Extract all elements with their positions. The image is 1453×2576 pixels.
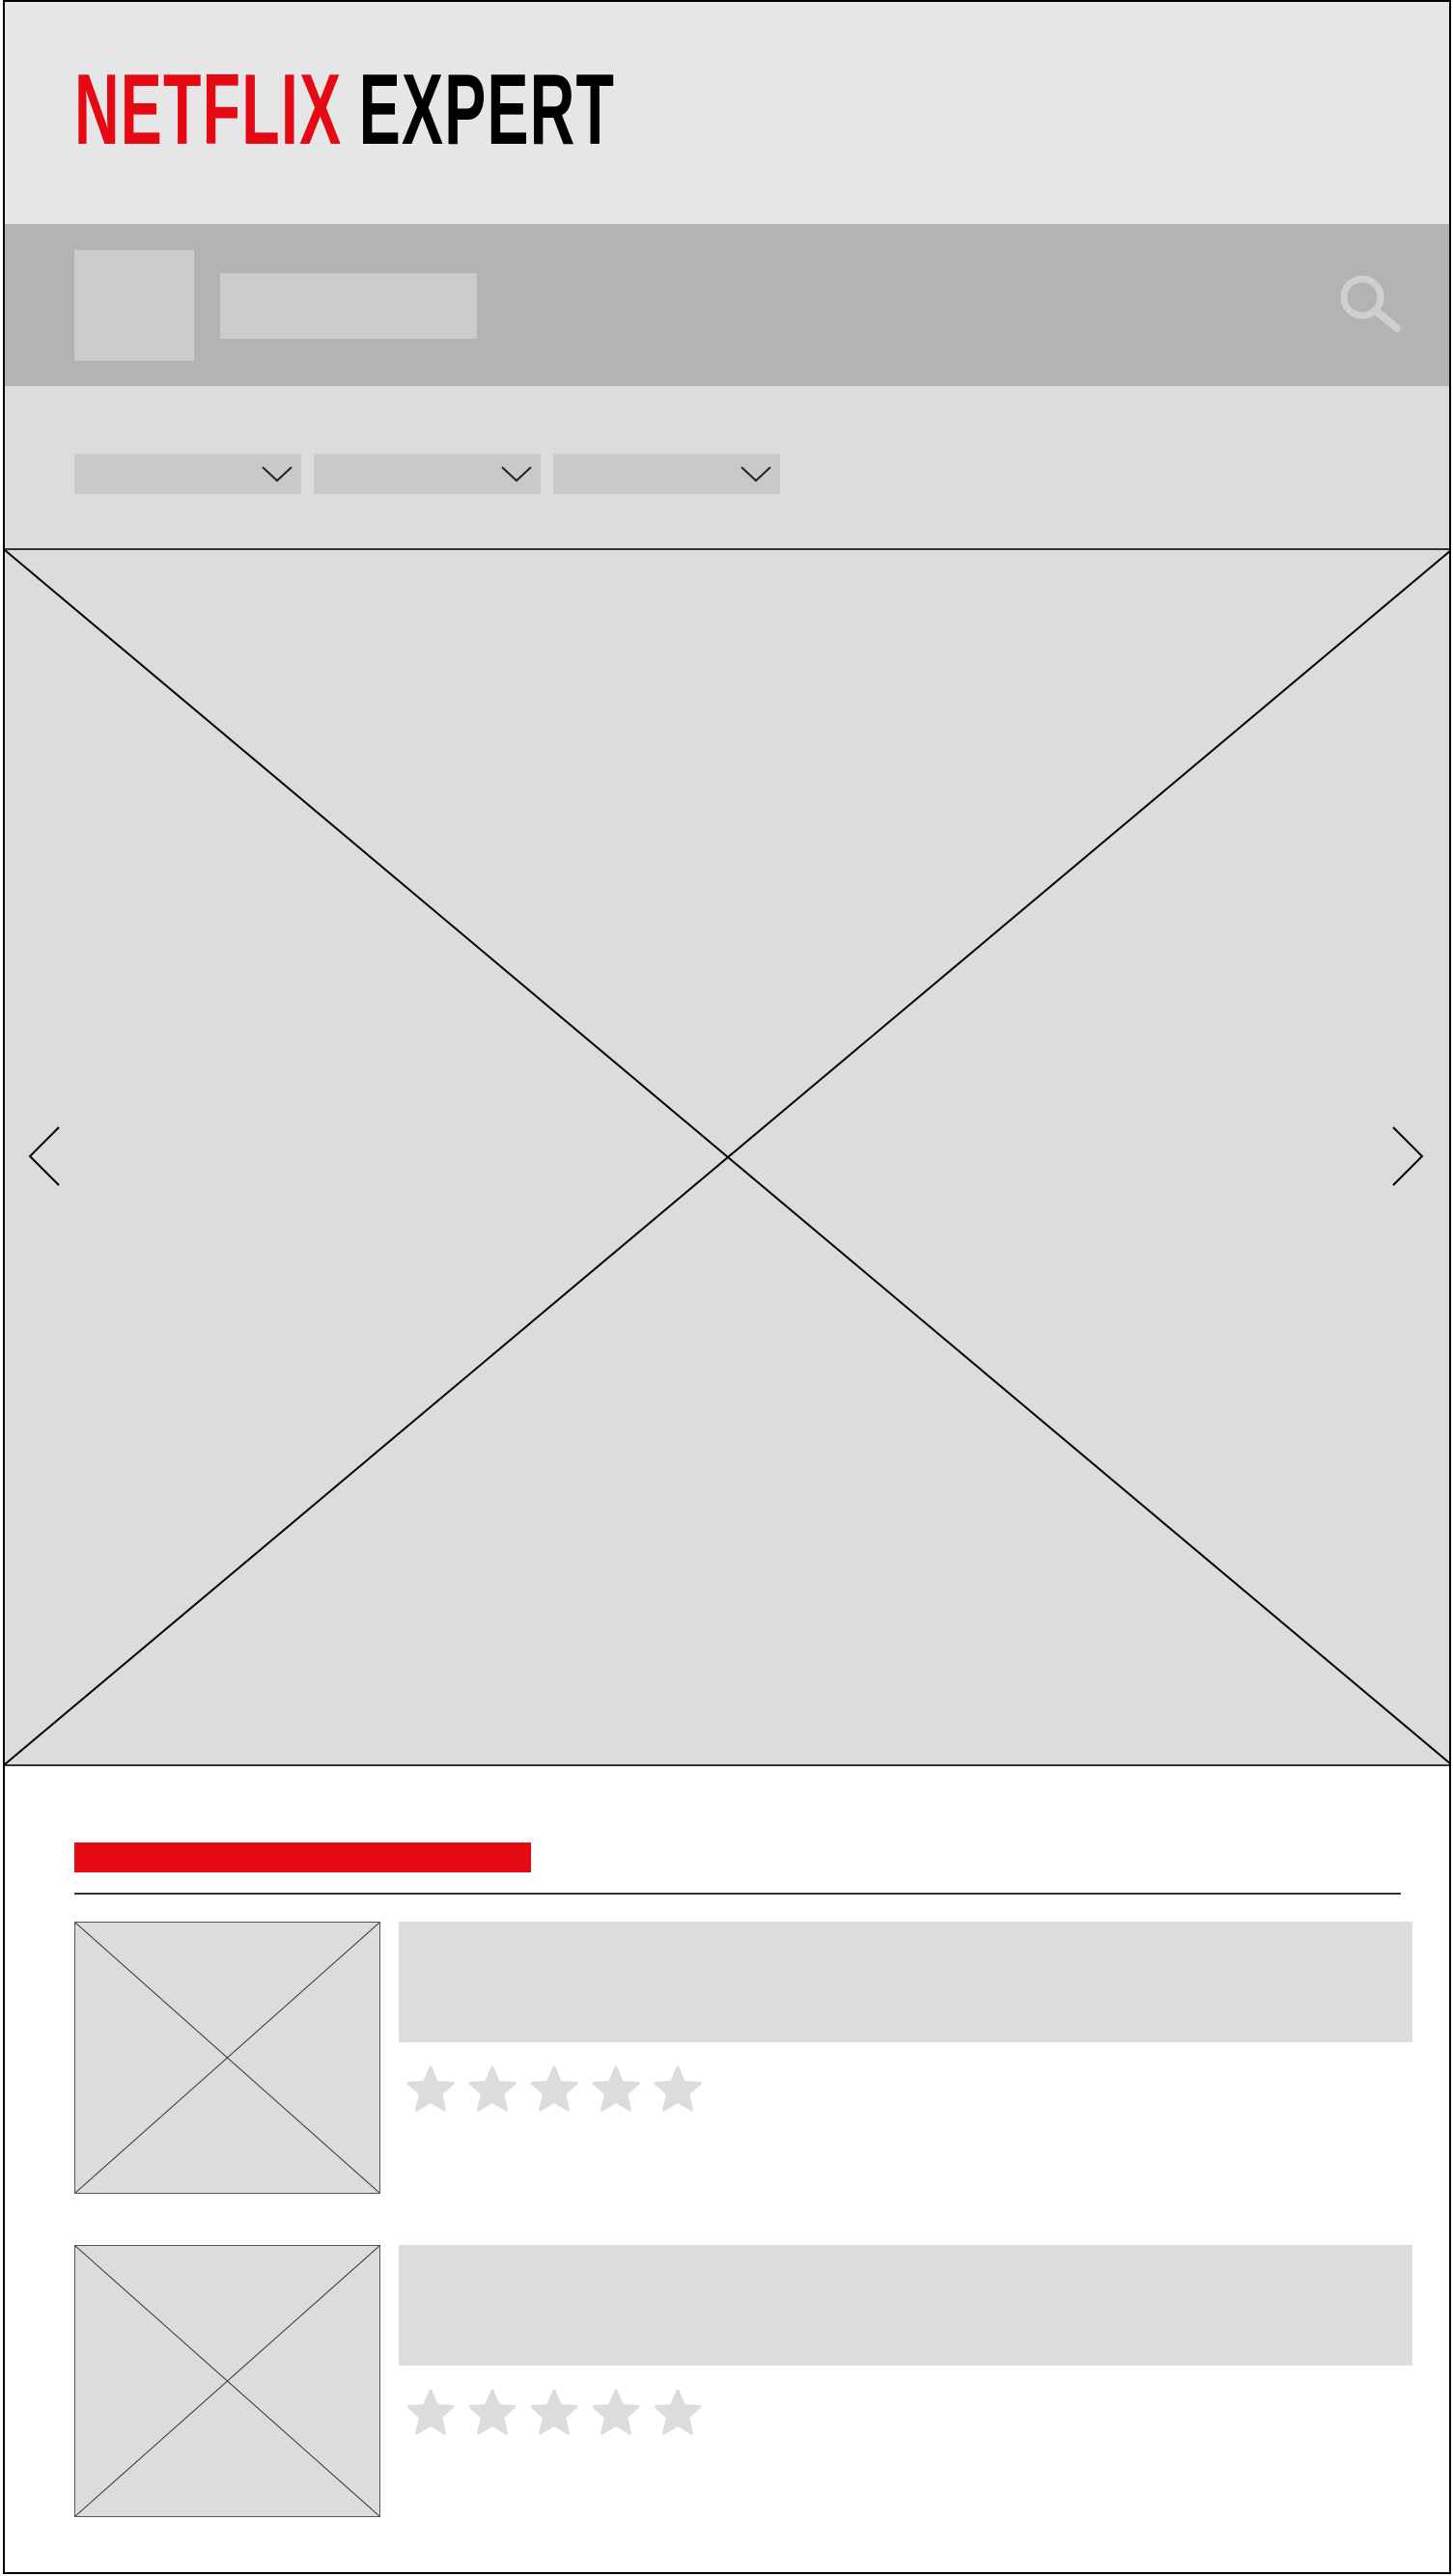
card-thumbnail-placeholder[interactable]: [74, 2245, 380, 2517]
star-icon[interactable]: [467, 2064, 517, 2115]
card-thumbnail-placeholder[interactable]: [74, 1922, 380, 2194]
search-button[interactable]: [1337, 272, 1405, 340]
section-title-placeholder: [74, 1842, 531, 1872]
logo-brand: NETFLIX: [74, 54, 343, 166]
star-icon[interactable]: [591, 2064, 641, 2115]
carousel-next-button[interactable]: [1387, 1124, 1426, 1188]
page-frame: NETFLIX EXPERT: [3, 0, 1451, 2574]
hero-carousel[interactable]: [5, 548, 1449, 1766]
app-logo[interactable]: NETFLIX EXPERT: [74, 54, 616, 166]
header: NETFLIX EXPERT: [5, 2, 1449, 224]
filter-dropdown-1[interactable]: [74, 454, 301, 494]
filter-dropdown-3[interactable]: [553, 454, 780, 494]
chevron-down-icon: [501, 466, 532, 483]
card-title-placeholder[interactable]: [399, 1922, 1412, 2042]
star-icon[interactable]: [653, 2064, 703, 2115]
filter-bar: [5, 386, 1449, 548]
section-divider: [74, 1893, 1401, 1895]
filter-dropdown-2[interactable]: [314, 454, 541, 494]
chevron-right-icon: [1392, 1126, 1424, 1186]
image-placeholder-icon: [75, 1923, 379, 2193]
star-icon[interactable]: [529, 2064, 579, 2115]
logo-suffix: EXPERT: [358, 54, 616, 166]
image-placeholder-icon: [75, 2246, 379, 2516]
star-icon[interactable]: [591, 2388, 641, 2438]
card-title-placeholder[interactable]: [399, 2245, 1412, 2366]
toolbar: [5, 224, 1449, 386]
chevron-down-icon: [740, 466, 771, 483]
list-item[interactable]: [74, 2245, 1412, 2517]
search-icon: [1340, 275, 1401, 332]
hero-image-placeholder: [5, 550, 1449, 1764]
chevron-left-icon: [28, 1126, 60, 1186]
star-rating[interactable]: [405, 2064, 703, 2115]
avatar-placeholder[interactable]: [74, 250, 194, 361]
carousel-prev-button[interactable]: [26, 1124, 65, 1188]
star-rating[interactable]: [405, 2388, 703, 2438]
star-icon[interactable]: [405, 2064, 456, 2115]
star-icon[interactable]: [405, 2388, 456, 2438]
chevron-down-icon: [262, 466, 293, 483]
star-icon[interactable]: [467, 2388, 517, 2438]
star-icon[interactable]: [653, 2388, 703, 2438]
star-icon[interactable]: [529, 2388, 579, 2438]
list-item[interactable]: [74, 1922, 1412, 2194]
toolbar-title-placeholder: [220, 273, 477, 339]
